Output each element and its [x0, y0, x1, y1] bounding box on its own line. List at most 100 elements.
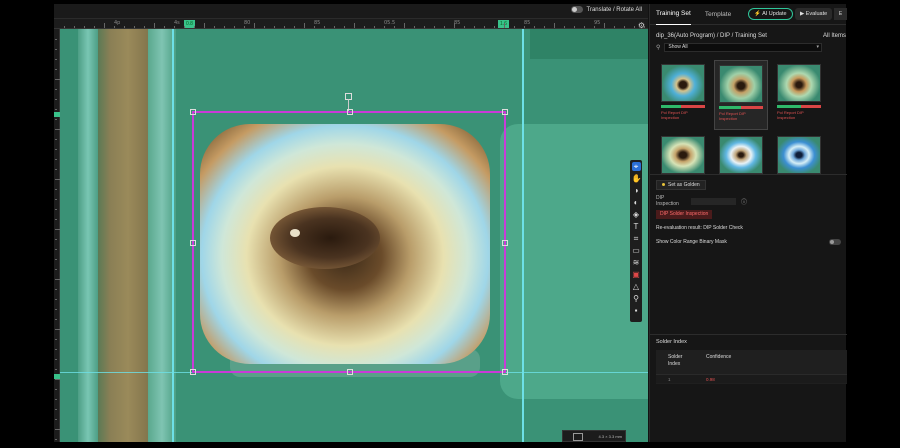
ruler-v-tick: [55, 149, 57, 150]
ruler-tick: [374, 26, 375, 28]
ruler-v-tick: [55, 309, 57, 310]
info-icon[interactable]: ⓘ: [741, 197, 747, 206]
evaluate-button[interactable]: ▶ Evaluate: [795, 8, 833, 20]
ruler-tick: [464, 26, 465, 28]
tab-template[interactable]: Template: [705, 4, 731, 25]
ruler-tick: [454, 23, 455, 28]
ruler-v-tick: [55, 299, 57, 300]
score-bar: [661, 105, 705, 108]
roi-handle-l[interactable]: [190, 240, 196, 246]
roi-handle-r[interactable]: [502, 240, 508, 246]
all-items-link[interactable]: All Items: [823, 33, 846, 39]
roi-handle-tr[interactable]: [502, 109, 508, 115]
training-card[interactable]: Pol Report DIP Inspection: [772, 60, 826, 130]
app-window: Translate / Rotate All 0.8 1.6 4p4s80850…: [0, 0, 900, 448]
set-golden-button[interactable]: Set as Golden: [656, 180, 706, 190]
contrast-icon[interactable]: ◑: [632, 186, 641, 195]
score-bar-fail: [801, 105, 821, 108]
score-bar-fail: [680, 105, 705, 108]
ruler-v-tick: [55, 409, 57, 410]
roi-handle-bl[interactable]: [190, 369, 196, 375]
ruler-v-tick: [55, 259, 57, 260]
training-card[interactable]: Pol Report DIP Inspection: [656, 60, 710, 130]
ruler-tick: [224, 26, 225, 28]
ruler-v-tick: [55, 199, 57, 200]
invert-icon[interactable]: ◐: [632, 198, 641, 207]
ruler-v-tick: [55, 359, 57, 360]
ruler-v-tick: [55, 369, 57, 370]
thumbnail-image: [719, 65, 763, 103]
flag-icon[interactable]: ▣: [632, 270, 641, 279]
ruler-tick: [64, 26, 65, 28]
ruler-v-tick: [55, 49, 57, 50]
navigator-viewport[interactable]: [573, 433, 583, 441]
color-mask-toggle[interactable]: [829, 238, 841, 245]
roi-handle-t[interactable]: [347, 109, 353, 115]
roi-handle-b[interactable]: [347, 369, 353, 375]
pin-icon[interactable]: ⚲: [632, 294, 641, 303]
ruler-tick: [204, 23, 205, 28]
translate-rotate-toggle[interactable]: Translate / Rotate All: [570, 6, 642, 13]
ruler-tick: [514, 26, 515, 28]
ruler-v-tick: [55, 159, 57, 160]
viewer-toolbox: ⌖ ✋ ◑ ◐ ◈ T ⌗ ▭ ≋ ▣ △ ⚲ ▪: [630, 160, 642, 322]
comment-icon[interactable]: ▭: [632, 246, 641, 255]
guide-line-right[interactable]: [522, 29, 524, 442]
ruler-v-tick: [55, 119, 57, 120]
ruler-tick: [234, 26, 235, 28]
text-icon[interactable]: T: [632, 222, 641, 231]
ruler-tick: [284, 26, 285, 28]
ruler-v-tick: [55, 249, 57, 250]
image-viewer[interactable]: Translate / Rotate All 0.8 1.6 4p4s80850…: [54, 4, 648, 442]
roi-box[interactable]: [190, 109, 508, 375]
col-solder-index: Solder Index: [668, 354, 683, 367]
guide-line-left[interactable]: [172, 29, 174, 442]
training-card[interactable]: Pol Report DIP Inspection: [714, 60, 768, 130]
training-card[interactable]: [714, 132, 768, 176]
warning-icon[interactable]: △: [632, 282, 641, 291]
navigator-size: 4.3 × 3.3 mm: [598, 433, 622, 439]
card-label: Pol Report DIP Inspection: [661, 110, 688, 120]
ai-update-button[interactable]: ⚡ AI Update: [748, 8, 793, 20]
ruler-tick: [124, 26, 125, 28]
roi-handle-tl[interactable]: [190, 109, 196, 115]
ruler-tick: [294, 26, 295, 28]
ruler-tick: [104, 23, 105, 28]
grid-icon[interactable]: ⌗: [632, 234, 641, 243]
inspection-image[interactable]: [60, 29, 648, 442]
layers-icon[interactable]: ◈: [632, 210, 641, 219]
translate-toggle-switch[interactable]: [570, 6, 583, 13]
delete-icon[interactable]: ▪: [632, 306, 641, 315]
ruler-v-tick: [55, 109, 57, 110]
roi-handle-br[interactable]: [502, 369, 508, 375]
filter-select[interactable]: Show All: [664, 43, 822, 52]
solder-table: Solder Index Confidence 1 0.98: [656, 350, 847, 384]
ruler-tick: [554, 23, 555, 28]
score-bar-pass: [777, 105, 802, 108]
ruler-v-tick: [55, 339, 57, 340]
select-icon[interactable]: ⌖: [631, 162, 641, 171]
ruler-v-tick: [55, 269, 57, 270]
translate-label: Translate / Rotate All: [586, 6, 642, 13]
ruler-tick: [324, 26, 325, 28]
ruler-tick: [484, 26, 485, 28]
dip-inspection-field[interactable]: [691, 197, 736, 205]
navigator-minimap[interactable]: 4.3 × 3.3 mm: [562, 430, 626, 442]
training-card[interactable]: [772, 132, 826, 176]
pcb-trace-top: [530, 29, 648, 59]
ruler-v-tick: [55, 99, 57, 100]
horizontal-ruler: 0.8 1.6 4p4s808505.5858595: [54, 19, 648, 29]
filter-icon[interactable]: ≋: [632, 258, 641, 267]
dip-inspection-label: DIP Inspection: [656, 195, 679, 207]
score-bar-pass: [719, 106, 741, 109]
training-panel: Training Set Template ⚡ AI Update ▶ Eval…: [649, 3, 847, 442]
table-row[interactable]: 1 0.98: [656, 374, 847, 383]
ruler-v-tick: [55, 189, 57, 190]
filter-icon: ⚲: [656, 45, 661, 51]
training-card[interactable]: [656, 132, 710, 176]
hand-icon[interactable]: ✋: [632, 174, 642, 183]
ruler-v-tick: [55, 89, 57, 90]
ruler-tick: [74, 26, 75, 28]
tab-training-set[interactable]: Training Set: [656, 3, 691, 25]
panel-extra-button[interactable]: E: [834, 8, 847, 20]
